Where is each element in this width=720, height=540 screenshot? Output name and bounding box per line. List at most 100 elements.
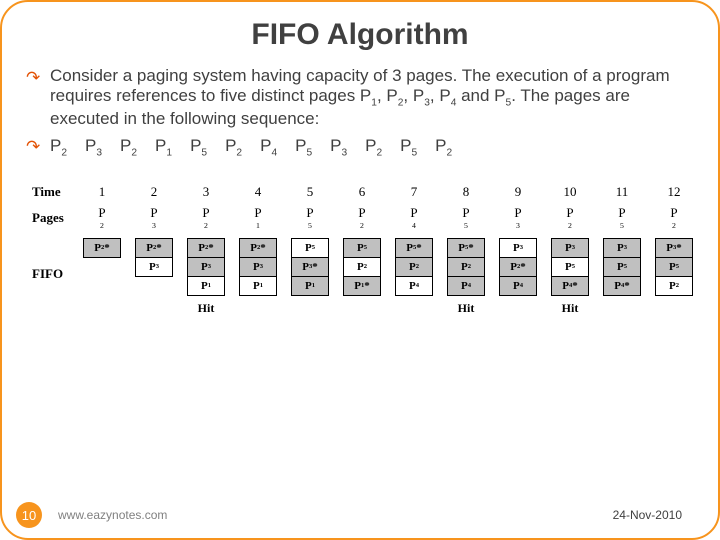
frame-cell: P1 bbox=[187, 276, 225, 296]
frame-column: P3P5P4* bbox=[598, 238, 646, 318]
sequence-row: ↷ P2P3P2P1P5P2P4P5P3P2P5P2 bbox=[50, 136, 692, 158]
frame-cell: P5 bbox=[291, 238, 329, 258]
hit-label: Hit bbox=[562, 300, 579, 318]
time-label: Time bbox=[32, 184, 78, 200]
frame-column: P5P3*P1 bbox=[286, 238, 334, 318]
page-ref-cell: P2 bbox=[182, 208, 230, 228]
frame-cell: P2 bbox=[395, 257, 433, 277]
page-ref-cell: P4 bbox=[390, 208, 438, 228]
page-ref-cell: P2 bbox=[546, 208, 594, 228]
frame-cell: P1 bbox=[239, 276, 277, 296]
frame-cell: P2 bbox=[447, 257, 485, 277]
time-cell: 4 bbox=[234, 182, 282, 202]
frame-cell: P3 bbox=[551, 238, 589, 258]
paragraph: ↷ Consider a paging system having capaci… bbox=[50, 66, 692, 130]
frame-cell: P3* bbox=[655, 238, 693, 258]
frame-cell: P3 bbox=[135, 257, 173, 277]
page-ref-cell: P2 bbox=[78, 208, 126, 228]
time-cell: 5 bbox=[286, 182, 334, 202]
sequence-item: P4 bbox=[260, 136, 277, 158]
frame-column: P3P5P4* Hit bbox=[546, 238, 594, 318]
slide-body: ↷ Consider a paging system having capaci… bbox=[2, 52, 718, 158]
frame-cell: P3 bbox=[499, 238, 537, 258]
time-cell: 3 bbox=[182, 182, 230, 202]
frame-cell: P2* bbox=[187, 238, 225, 258]
bullet-icon: ↷ bbox=[26, 137, 40, 157]
time-cell: 7 bbox=[390, 182, 438, 202]
frame-column: P5*P2P4 bbox=[390, 238, 438, 318]
page-ref-cell: P2 bbox=[338, 208, 386, 228]
time-cell: 9 bbox=[494, 182, 542, 202]
time-cell: 1 bbox=[78, 182, 126, 202]
page-ref-cell: P5 bbox=[598, 208, 646, 228]
pages-label: Pages bbox=[32, 210, 78, 226]
time-row: Time 123456789101112 bbox=[32, 182, 718, 202]
sequence-item: P2 bbox=[120, 136, 137, 158]
sequence-item: P5 bbox=[295, 136, 312, 158]
sequence-item: P2 bbox=[365, 136, 382, 158]
frame-cell: P5 bbox=[655, 257, 693, 277]
frame-cell: P5 bbox=[343, 238, 381, 258]
pages-row: Pages P2P3P2P1P5P2P4P5P3P2P5P2 bbox=[32, 208, 718, 228]
sequence-item: P2 bbox=[435, 136, 452, 158]
fifo-label: FIFO bbox=[32, 238, 78, 282]
frame-column: P5*P2P4 Hit bbox=[442, 238, 490, 318]
sequence-item: P5 bbox=[400, 136, 417, 158]
frame-cell: P1* bbox=[343, 276, 381, 296]
frame-cell: P5* bbox=[447, 238, 485, 258]
frame-cell: P5* bbox=[395, 238, 433, 258]
frame-column: P2* bbox=[78, 238, 126, 318]
time-cell: 6 bbox=[338, 182, 386, 202]
slide-title: FIFO Algorithm bbox=[2, 18, 718, 52]
page-ref-cell: P5 bbox=[286, 208, 334, 228]
footer-url: www.eazynotes.com bbox=[58, 508, 167, 522]
bullet-icon: ↷ bbox=[26, 68, 40, 88]
frame-column: P2*P3P1 bbox=[234, 238, 282, 318]
sequence-item: P5 bbox=[190, 136, 207, 158]
fifo-trace: Time 123456789101112 Pages P2P3P2P1P5P2P… bbox=[32, 182, 718, 318]
frame-column: P5P2P1* bbox=[338, 238, 386, 318]
time-cell: 11 bbox=[598, 182, 646, 202]
frame-cell: P3 bbox=[239, 257, 277, 277]
page-ref-cell: P1 bbox=[234, 208, 282, 228]
frame-cell: P2 bbox=[655, 276, 693, 296]
frame-cell: P4 bbox=[499, 276, 537, 296]
frame-column: P3*P5P2 bbox=[650, 238, 698, 318]
frames-row: FIFO P2*P2*P3P2*P3P1HitP2*P3P1P5P3*P1P5P… bbox=[32, 238, 718, 318]
frame-cell: P3* bbox=[291, 257, 329, 277]
time-cell: 12 bbox=[650, 182, 698, 202]
footer-date: 24-Nov-2010 bbox=[613, 508, 682, 522]
page-number: 10 bbox=[16, 502, 42, 528]
frame-cell: P2* bbox=[499, 257, 537, 277]
frame-cell: P2* bbox=[135, 238, 173, 258]
footer: 10 www.eazynotes.com 24-Nov-2010 bbox=[2, 502, 718, 528]
frame-cell: P4* bbox=[551, 276, 589, 296]
frame-cell: P4 bbox=[447, 276, 485, 296]
frame-column: P2*P3P1 Hit bbox=[182, 238, 230, 318]
sequence-item: P3 bbox=[85, 136, 102, 158]
time-cell: 2 bbox=[130, 182, 178, 202]
page-ref-cell: P3 bbox=[130, 208, 178, 228]
frame-column: P2*P3 bbox=[130, 238, 178, 318]
page-ref-cell: P5 bbox=[442, 208, 490, 228]
frame-cell: P4* bbox=[603, 276, 641, 296]
frame-cell: P3 bbox=[603, 238, 641, 258]
frame-cell: P2* bbox=[239, 238, 277, 258]
sequence-item: P2 bbox=[50, 136, 67, 158]
frame-cell: P3 bbox=[187, 257, 225, 277]
frame-cell: P5 bbox=[603, 257, 641, 277]
sequence-item: P1 bbox=[155, 136, 172, 158]
hit-label: Hit bbox=[198, 300, 215, 318]
hit-label: Hit bbox=[458, 300, 475, 318]
frame-column: P3P2*P4 bbox=[494, 238, 542, 318]
page-ref-cell: P2 bbox=[650, 208, 698, 228]
frame-cell: P2 bbox=[343, 257, 381, 277]
time-cell: 10 bbox=[546, 182, 594, 202]
sequence-item: P3 bbox=[330, 136, 347, 158]
frame-cell: P1 bbox=[291, 276, 329, 296]
frame-cell: P4 bbox=[395, 276, 433, 296]
frame-cell: P5 bbox=[551, 257, 589, 277]
time-cell: 8 bbox=[442, 182, 490, 202]
sequence-item: P2 bbox=[225, 136, 242, 158]
page-ref-cell: P3 bbox=[494, 208, 542, 228]
